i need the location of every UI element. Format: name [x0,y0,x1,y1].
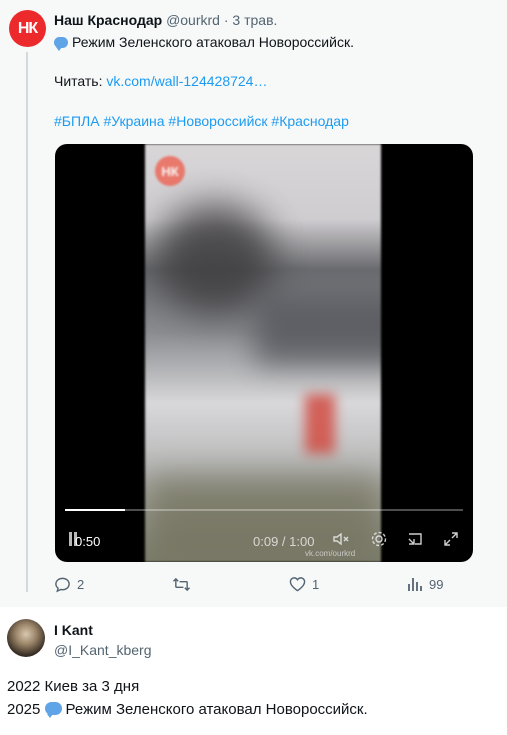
settings-gear-icon[interactable] [369,530,389,550]
hashtags[interactable]: #БПЛА #Украина #Новороссийск #Краснодар [54,113,349,129]
video-timecode: 0:09 / 1:00 [253,534,315,549]
video-player[interactable]: НК 0:50 0:09 / 1:00 vk.com/ourkrd [55,144,473,562]
author-name[interactable]: Наш Краснодар [54,12,162,28]
reply-author-avatar[interactable] [7,619,45,657]
read-label: Читать: [54,73,103,89]
video-frame: НК [145,144,381,562]
reply-text-line-2: 2025 Режим Зеленского атаковал Новоросси… [7,701,368,718]
views-button[interactable]: 99 [407,576,443,592]
tweet-text: Режим Зеленского атаковал Новороссийск. [54,34,354,51]
retweet-button[interactable] [172,576,197,593]
reply-text-line-1: 2022 Киев за 3 дня [7,678,140,695]
heart-icon [289,577,306,592]
quoted-tweet[interactable]: НК Наш Краснодар @ourkrd · 3 трав. Режим… [0,0,507,607]
read-link[interactable]: vk.com/wall-124428724… [106,73,267,89]
like-count: 1 [312,576,320,592]
volume-mute-icon[interactable] [331,530,351,550]
video-progress-bar[interactable] [65,509,463,511]
blur-red-object [305,394,335,454]
tweet-timestamp[interactable]: · 3 трав. [224,12,278,28]
read-more: Читать: vk.com/wall-124428724… [54,73,267,89]
reply-year: 2025 [7,701,41,718]
video-watermark-logo: НК [155,156,185,186]
reply-button[interactable]: 2 [54,576,84,593]
author-avatar[interactable]: НК [9,10,46,47]
tweet-header: Наш Краснодар @ourkrd · 3 трав. [54,12,277,28]
author-handle[interactable]: @ourkrd [166,12,220,28]
video-vk-watermark: vk.com/ourkrd [305,549,356,558]
tweet-text-content: Режим Зеленского атаковал Новороссийск. [72,34,354,50]
reply-count: 2 [77,577,85,592]
tweet-actions: 2 1 99 [0,576,507,596]
reply-author-name[interactable]: I Kant [54,622,93,638]
views-bar-chart-icon [408,578,422,591]
pip-icon[interactable] [405,530,425,550]
fullscreen-icon[interactable] [441,530,461,550]
views-count: 99 [429,576,444,592]
thread-line [26,52,28,592]
speech-bubble-icon [44,702,62,718]
video-duration: 0:50 [75,534,101,549]
speech-bubble-icon [54,37,68,51]
like-button[interactable]: 1 [289,576,319,592]
blur-building [255,294,381,364]
reply-icon [55,577,70,593]
retweet-icon [172,577,191,592]
reply-author-handle[interactable]: @I_Kant_kberg [54,642,152,658]
video-progress-fill [65,509,125,511]
reply-quote-text: Режим Зеленского атаковал Новороссийск. [65,701,368,718]
